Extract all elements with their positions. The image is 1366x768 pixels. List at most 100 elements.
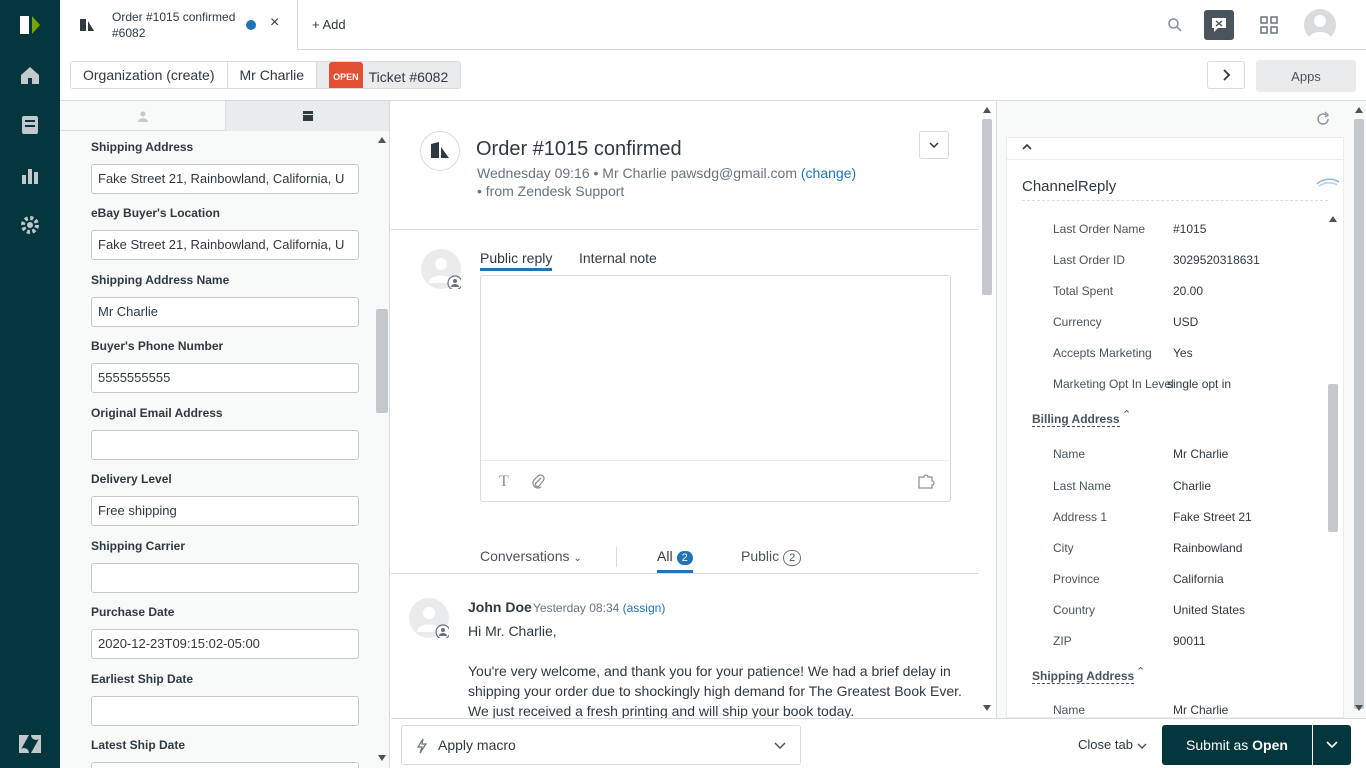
shipping-address-title: Shipping Address <box>1032 669 1135 683</box>
scroll-up-icon <box>1329 216 1337 222</box>
plus-icon: + <box>312 17 323 32</box>
field-label-purchase-date: Purchase Date <box>91 605 175 619</box>
ticket-options-button[interactable] <box>919 131 949 159</box>
tab-internal-note[interactable]: Internal note <box>579 250 657 266</box>
tab-user-info[interactable] <box>60 101 225 131</box>
app-title: ChannelReply <box>1022 178 1117 195</box>
shipping-carrier-field[interactable] <box>91 563 359 593</box>
ticket-tab[interactable]: Order #1015 confirmed #6082 × <box>60 0 298 50</box>
default-avatar-icon <box>417 607 449 638</box>
add-tab-button[interactable]: + Add <box>312 17 346 32</box>
breadcrumb-ticket[interactable]: OPEN Ticket #6082 <box>317 62 461 88</box>
left-scroll-thumb[interactable] <box>376 309 388 413</box>
refresh-icon[interactable] <box>1315 111 1331 130</box>
agent-avatar <box>421 249 461 289</box>
shipping-name-field[interactable]: Mr Charlie <box>91 297 359 327</box>
tab-public[interactable]: Public 2 <box>741 548 802 566</box>
shipping-address-toggle[interactable]: Shipping Address <box>1032 669 1135 684</box>
conversation-pane: Order #1015 confirmed Wednesday 09:16 • … <box>391 101 995 718</box>
scroll-up-icon <box>378 137 386 143</box>
apply-macro-label: Apply macro <box>438 737 516 753</box>
detail-value: single opt in <box>1167 377 1232 391</box>
text-format-icon[interactable]: T <box>499 473 509 491</box>
left-scrollbar[interactable] <box>374 131 389 768</box>
apps-button[interactable]: Apps <box>1256 60 1356 92</box>
chevron-up-icon: ⌃ <box>1136 666 1146 678</box>
scroll-up-icon <box>983 107 991 113</box>
detail-key: Name <box>1053 703 1086 717</box>
zendesk-support-logo-icon[interactable] <box>16 11 44 39</box>
top-bar: Order #1015 confirmed #6082 × + Add <box>60 0 1366 50</box>
center-scroll-thumb[interactable] <box>982 119 992 295</box>
ticket-subject: Order #1015 confirmed <box>476 138 682 160</box>
earliest-ship-field[interactable] <box>91 696 359 726</box>
add-label: Add <box>322 17 346 32</box>
conversations-icon[interactable] <box>1204 10 1234 40</box>
chevron-down-icon: ⌄ <box>573 553 582 564</box>
user-avatar-icon[interactable] <box>1304 9 1336 41</box>
zendesk-logo-icon[interactable] <box>16 730 44 758</box>
app-scrollbar[interactable] <box>1323 212 1343 718</box>
field-label-latest-ship: Latest Ship Date <box>91 738 186 752</box>
submit-button[interactable]: Submit as Open <box>1162 725 1312 765</box>
purchase-date-field[interactable]: 2020-12-23T09:15:02-05:00 <box>91 629 359 659</box>
detail-key: ZIP <box>1053 634 1072 648</box>
reporting-icon[interactable] <box>16 161 44 189</box>
change-requester-link[interactable]: (change) <box>801 165 856 181</box>
detail-value: 20.00 <box>1173 284 1204 298</box>
tab-public-reply[interactable]: Public reply <box>480 250 553 271</box>
apply-macro-dropdown[interactable]: Apply macro <box>401 725 801 765</box>
home-icon[interactable] <box>16 61 44 89</box>
admin-gear-icon[interactable] <box>16 211 44 239</box>
tab-all-label: All <box>657 548 673 564</box>
apps-puzzle-icon[interactable] <box>917 473 935 492</box>
channelreply-app: ChannelReply Last Order Name #1015 Last … <box>1006 137 1344 718</box>
detail-key: Last Name <box>1053 479 1112 493</box>
center-scrollbar[interactable] <box>979 101 995 718</box>
assign-link[interactable]: (assign) <box>623 601 666 615</box>
billing-address-toggle[interactable]: Billing Address <box>1032 412 1120 427</box>
apps-panel-scroll-thumb[interactable] <box>1354 119 1364 709</box>
apps-panel-scrollbar[interactable] <box>1351 101 1366 718</box>
tab-public-label: Public <box>741 548 780 564</box>
reply-editor[interactable]: T <box>480 275 951 502</box>
latest-ship-field[interactable] <box>91 762 359 768</box>
views-icon[interactable] <box>16 111 44 139</box>
tab-all[interactable]: All 2 <box>657 548 693 573</box>
ebay-location-field[interactable]: Fake Street 21, Rainbowland, California,… <box>91 230 359 260</box>
message-greeting: Hi Mr. Charlie, <box>468 623 557 639</box>
tab-public-count: 2 <box>783 550 802 566</box>
shipping-address-field[interactable]: Fake Street 21, Rainbowland, California,… <box>91 164 359 194</box>
apps-panel: ChannelReply Last Order Name #1015 Last … <box>996 101 1366 718</box>
unsaved-indicator <box>246 20 256 30</box>
app-title-divider <box>1022 200 1328 201</box>
ticket-footer: Apply macro Close tab Submit as Open <box>391 718 1366 768</box>
next-ticket-button[interactable] <box>1207 61 1245 89</box>
close-tab-dropdown[interactable]: Close tab <box>1078 737 1147 752</box>
editor-toolbar: T <box>481 460 950 501</box>
detail-key: Total Spent <box>1053 284 1114 298</box>
tab-ticket-fields[interactable] <box>225 101 389 131</box>
breadcrumb-requester[interactable]: Mr Charlie <box>227 62 318 88</box>
ticket-channel-avatar <box>420 131 460 171</box>
phone-field[interactable]: 5555555555 <box>91 363 359 393</box>
message-author[interactable]: John Doe <box>468 599 532 615</box>
message-author-avatar <box>409 598 449 638</box>
breadcrumb-organization[interactable]: Organization (create) <box>71 62 228 88</box>
attachment-icon[interactable] <box>531 473 545 492</box>
collapse-chevron-up-icon[interactable] <box>1022 144 1032 150</box>
conversations-filter[interactable]: Conversations ⌄ <box>480 548 582 564</box>
product-tray-icon[interactable] <box>1260 16 1278 37</box>
submit-options-button[interactable] <box>1313 725 1351 765</box>
detail-value: Charlie <box>1173 479 1212 493</box>
search-icon[interactable] <box>1167 17 1183 36</box>
app-scroll-thumb[interactable] <box>1328 384 1338 532</box>
detail-key: Accepts Marketing <box>1053 346 1152 360</box>
detail-key: Name <box>1053 447 1086 461</box>
delivery-level-field[interactable]: Free shipping <box>91 496 359 526</box>
original-email-field[interactable] <box>91 430 359 460</box>
close-tab-icon[interactable]: × <box>270 14 279 32</box>
tab-ticket-id: #6082 <box>112 26 146 40</box>
scroll-down-icon <box>378 755 386 761</box>
detail-value: Fake Street 21 <box>1173 510 1252 524</box>
